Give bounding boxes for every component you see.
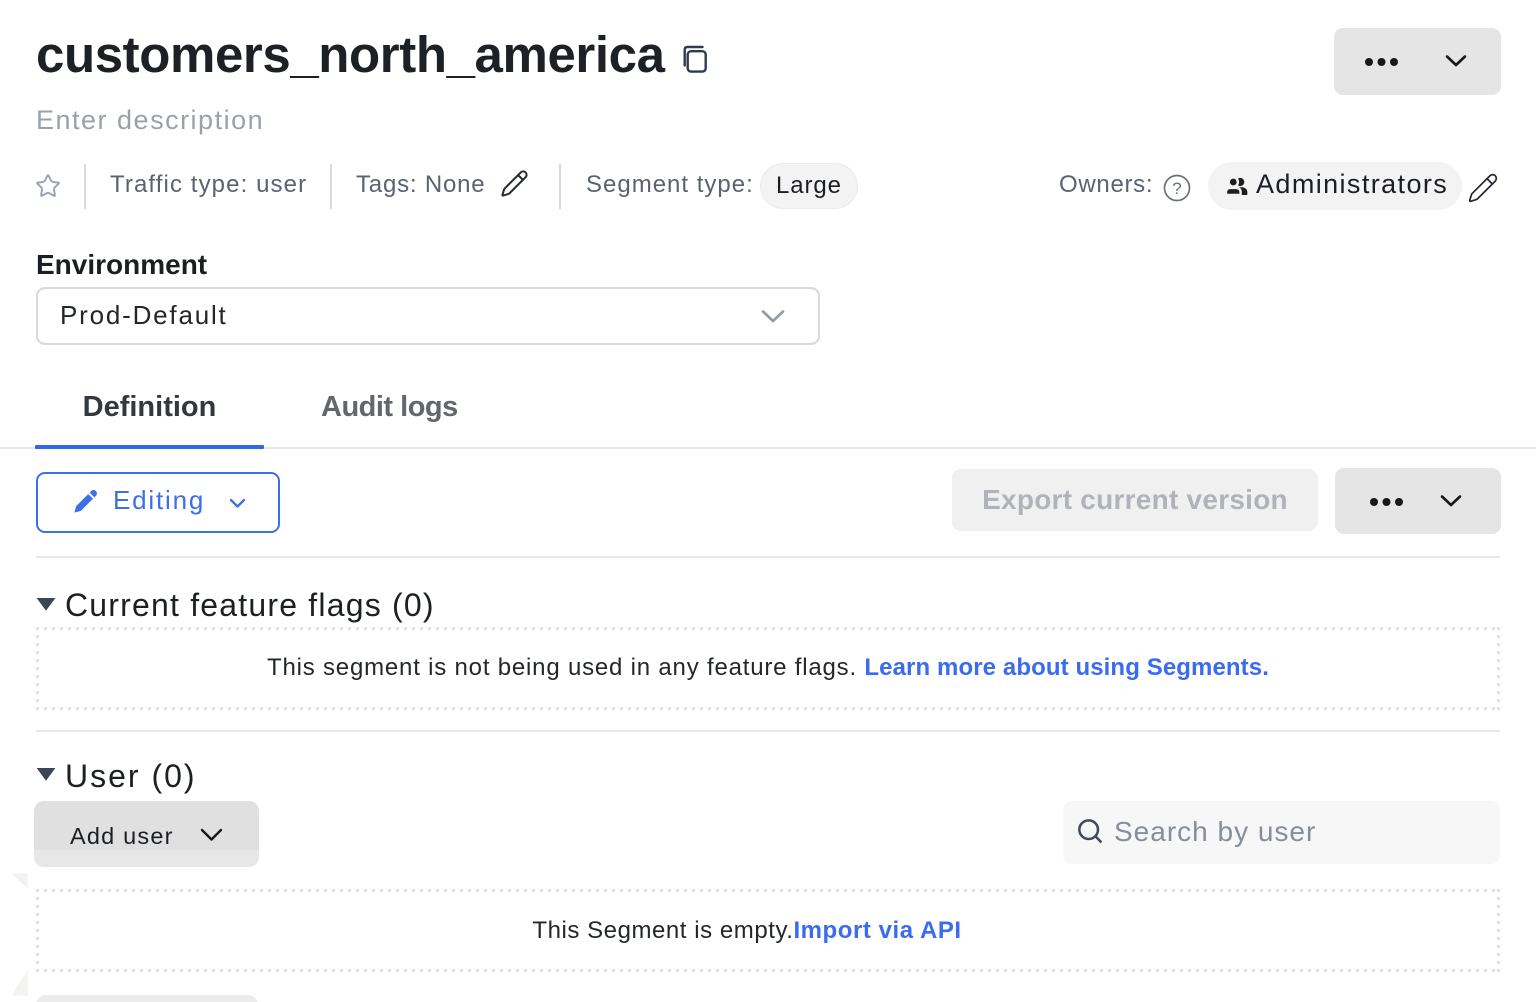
svg-text:?: ? xyxy=(1172,179,1181,198)
